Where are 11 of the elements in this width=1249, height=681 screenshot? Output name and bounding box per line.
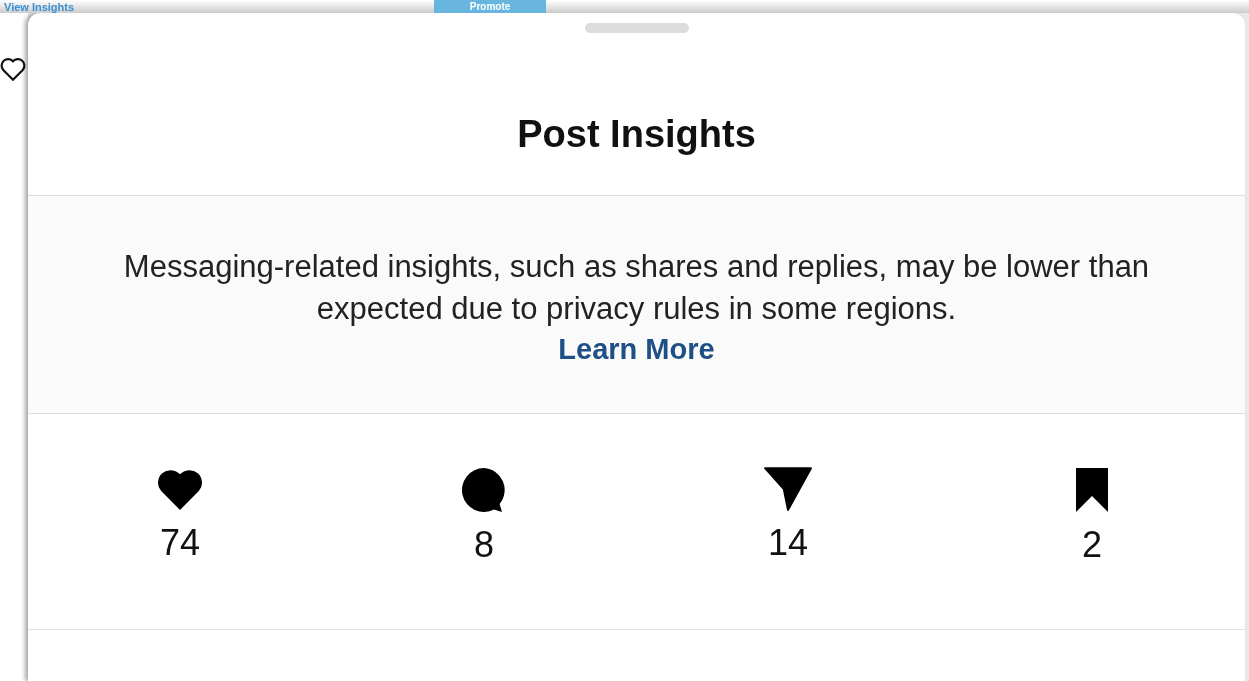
stat-count: 2 [1082,524,1102,566]
heart-outline-icon[interactable] [0,57,26,83]
stat-count: 74 [159,522,200,564]
paper-plane-icon [763,466,813,512]
learn-more-link[interactable]: Learn More [558,330,715,368]
notice-text: Messaging-related insights, such as shares and replies, may be lower than expected due to privacy rules in some regions. [122,248,1151,328]
stat-count: 14 [767,522,808,564]
promote-button[interactable]: Promote [434,0,547,13]
drag-handle[interactable] [584,23,689,33]
stat-count: 8 [474,524,494,566]
view-insights-link[interactable]: View Insights [4,1,75,13]
